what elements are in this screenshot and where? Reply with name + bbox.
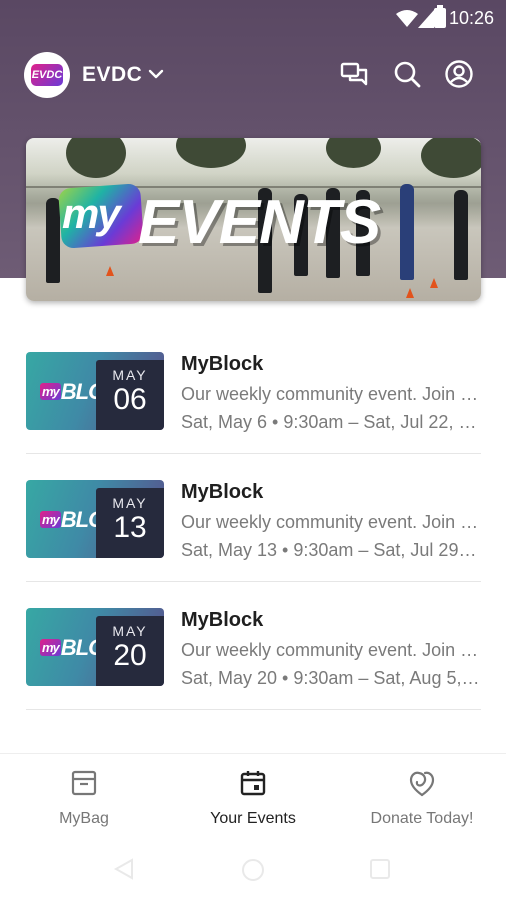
home-icon[interactable]	[242, 859, 264, 881]
event-title: MyBlock	[181, 481, 264, 503]
event-day: 06	[113, 383, 147, 416]
account-icon[interactable]	[444, 59, 474, 89]
banner-person	[46, 198, 60, 283]
event-thumbnail: myBLOCK MAY 20	[26, 608, 164, 686]
status-time: 10:26	[448, 8, 494, 28]
event-day: 20	[113, 639, 147, 672]
donate-icon	[409, 771, 435, 797]
nav-item-donate[interactable]: Donate Today!	[338, 768, 506, 828]
org-logo-text: EVDC	[31, 64, 63, 86]
nav-item-your-events[interactable]: Your Events	[169, 768, 337, 828]
recent-apps-icon[interactable]	[370, 859, 390, 879]
system-navigation-bar	[0, 843, 506, 900]
events-banner[interactable]: my EVENTS	[26, 138, 481, 301]
event-month: MAY	[112, 623, 148, 639]
event-list: myBLOCK MAY 06 MyBlock Our weekly commun…	[26, 326, 481, 710]
banner-cone	[430, 278, 438, 288]
bottom-navigation: MyBag Your Events Donate Today!	[0, 753, 506, 843]
event-day: 13	[113, 511, 147, 544]
event-date-box: MAY 13	[96, 488, 164, 558]
event-title: MyBlock	[181, 353, 264, 375]
app-header: EVDC EVDC	[24, 50, 482, 98]
banner-tree	[326, 138, 381, 168]
event-thumbnail: myBLOCK MAY 13	[26, 480, 164, 558]
event-thumbnail: myBLOCK MAY 06	[26, 352, 164, 430]
event-description: Our weekly community event. Join us ever…	[181, 512, 481, 532]
banner-events-text: EVENTS	[138, 188, 381, 257]
org-name[interactable]: EVDC	[82, 63, 142, 87]
banner-person	[454, 190, 468, 280]
battery-icon	[434, 5, 446, 28]
banner-tree	[176, 138, 246, 168]
nav-label: MyBag	[59, 810, 109, 827]
banner-cone	[106, 266, 114, 276]
event-description: Our weekly community event. Join us ever…	[181, 384, 481, 404]
event-month: MAY	[112, 495, 148, 511]
event-date-box: MAY 20	[96, 616, 164, 686]
banner-tree	[66, 138, 126, 178]
event-list-item[interactable]: myBLOCK MAY 06 MyBlock Our weekly commun…	[26, 326, 481, 454]
event-month: MAY	[112, 367, 148, 383]
event-date-box: MAY 06	[96, 360, 164, 430]
nav-label: Your Events	[210, 810, 296, 827]
banner-person	[400, 184, 414, 280]
event-title: MyBlock	[181, 609, 264, 631]
search-icon[interactable]	[392, 59, 422, 89]
event-description: Our weekly community event. Join us ever…	[181, 640, 481, 660]
signal-icon	[418, 10, 434, 28]
banner-cone	[406, 288, 414, 298]
event-list-item[interactable]: myBLOCK MAY 20 MyBlock Our weekly commun…	[26, 582, 481, 710]
nav-item-mybag[interactable]: MyBag	[0, 768, 168, 828]
event-datetime: Sat, May 6 • 9:30am – Sat, Jul 22, 12:00…	[181, 412, 481, 432]
messages-icon[interactable]	[339, 59, 369, 89]
calendar-icon	[240, 771, 266, 796]
back-icon[interactable]	[112, 857, 136, 881]
event-datetime: Sat, May 13 • 9:30am – Sat, Jul 29, 12:0…	[181, 540, 481, 560]
chevron-down-icon[interactable]	[148, 66, 164, 82]
event-list-item[interactable]: myBLOCK MAY 13 MyBlock Our weekly commun…	[26, 454, 481, 582]
wifi-icon	[396, 10, 418, 27]
banner-my-text: my	[62, 190, 121, 237]
event-datetime: Sat, May 20 • 9:30am – Sat, Aug 5, 12:00…	[181, 668, 481, 688]
status-bar: 10:26	[0, 0, 506, 36]
nav-label: Donate Today!	[370, 810, 474, 827]
org-logo[interactable]: EVDC	[24, 52, 70, 98]
archive-box-icon	[71, 770, 97, 796]
banner-tree	[421, 138, 481, 178]
